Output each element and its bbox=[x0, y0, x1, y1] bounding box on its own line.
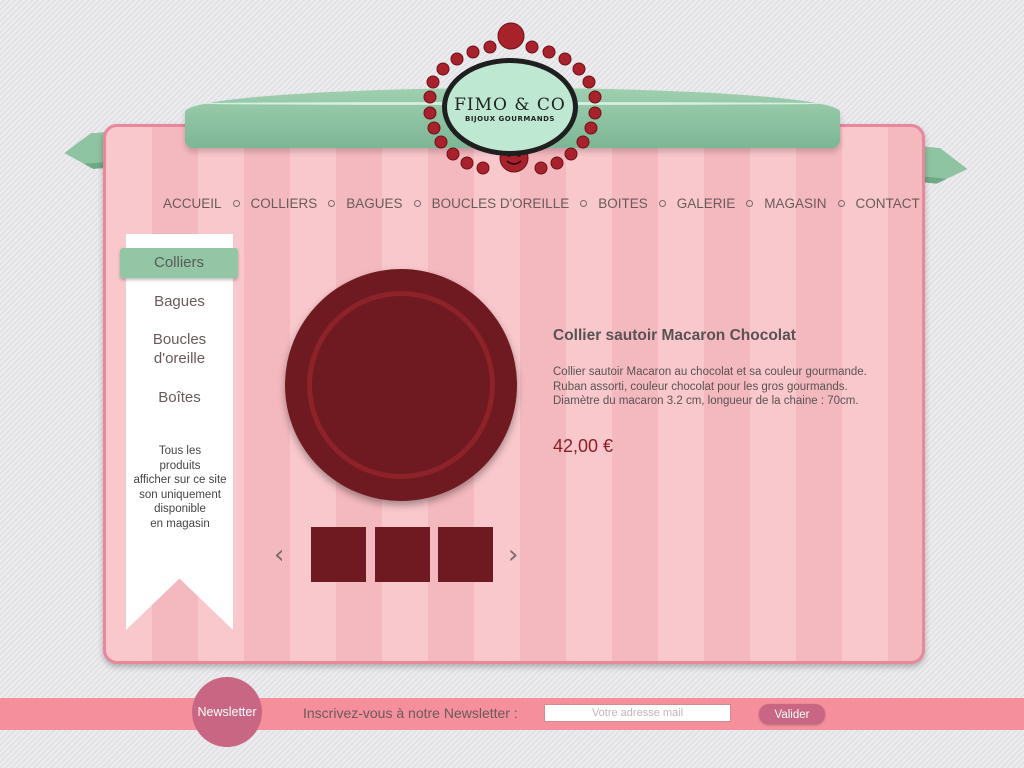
main-nav: ACCUEIL COLLIERS BAGUES BOUCLES D'OREILL… bbox=[163, 196, 920, 211]
newsletter-email-input[interactable] bbox=[544, 704, 731, 722]
newsletter-label: Inscrivez-vous à notre Newsletter : bbox=[303, 705, 518, 721]
sidebar-item-colliers[interactable]: Colliers bbox=[120, 248, 238, 278]
gallery-thumbnail[interactable] bbox=[311, 527, 366, 582]
nav-separator-icon bbox=[413, 200, 421, 207]
nav-separator-icon bbox=[232, 200, 240, 207]
newsletter-badge: Newsletter bbox=[192, 677, 262, 747]
site-logo[interactable]: FIMO & CO BIJOUX GOURMANDS bbox=[442, 58, 578, 156]
nav-bagues[interactable]: BAGUES bbox=[346, 196, 402, 211]
gallery-thumbnail[interactable] bbox=[438, 527, 493, 582]
gallery-thumbnail[interactable] bbox=[375, 527, 430, 582]
sidebar-item-boites[interactable]: Boîtes bbox=[126, 388, 233, 407]
nav-separator-icon bbox=[328, 200, 336, 207]
nav-separator-icon bbox=[658, 200, 666, 207]
product-price: 42,00 € bbox=[553, 436, 614, 456]
nav-boites[interactable]: BOITES bbox=[598, 196, 648, 211]
nav-magasin[interactable]: MAGASIN bbox=[764, 196, 826, 211]
newsletter-submit-button[interactable]: Valider bbox=[759, 704, 825, 724]
nav-separator-icon bbox=[580, 200, 588, 207]
nav-separator-icon bbox=[746, 200, 754, 207]
nav-colliers[interactable]: COLLIERS bbox=[251, 196, 318, 211]
sidebar-item-boucles-oreille[interactable]: Boucles d'oreille bbox=[126, 330, 233, 368]
nav-contact[interactable]: CONTACT bbox=[856, 196, 920, 211]
nav-boucles-oreille[interactable]: BOUCLES D'OREILLE bbox=[432, 196, 570, 211]
product-title: Collier sautoir Macaron Chocolat bbox=[553, 327, 796, 344]
logo-title: FIMO & CO bbox=[454, 95, 566, 115]
sidebar-note: Tous les produits afficher sur ce site s… bbox=[133, 445, 227, 530]
logo-subtitle: BIJOUX GOURMANDS bbox=[465, 115, 555, 123]
nav-separator-icon bbox=[837, 200, 845, 207]
product-description: Collier sautoir Macaron au chocolat et s… bbox=[553, 366, 867, 407]
nav-galerie[interactable]: GALERIE bbox=[677, 196, 736, 211]
nav-accueil[interactable]: ACCUEIL bbox=[163, 196, 222, 211]
gallery-prev-icon[interactable]: ‹ bbox=[274, 540, 284, 570]
product-image-ring bbox=[307, 291, 495, 479]
gallery-next-icon[interactable]: › bbox=[508, 540, 518, 570]
sidebar-item-bagues[interactable]: Bagues bbox=[126, 292, 233, 311]
